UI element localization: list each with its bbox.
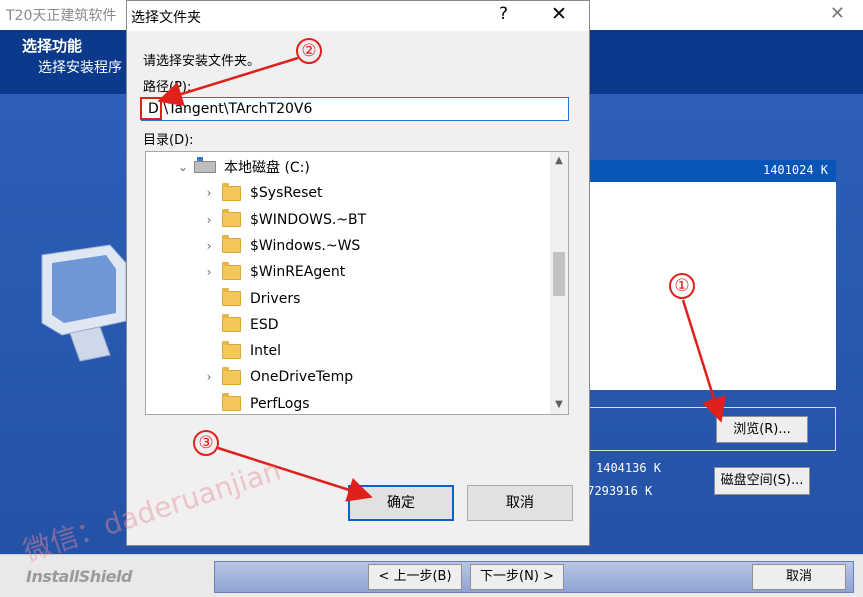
step-2-arrow: [157, 56, 299, 107]
step-1-arrow: [681, 299, 726, 423]
